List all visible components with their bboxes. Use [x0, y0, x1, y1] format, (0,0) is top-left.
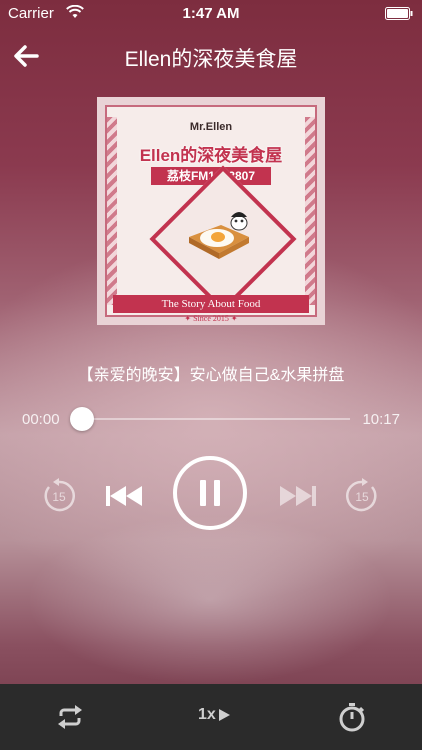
- status-bar: Carrier 1:47 AM: [0, 0, 422, 28]
- next-icon[interactable]: [276, 482, 318, 510]
- play-icon: [218, 709, 230, 721]
- battery-icon: [385, 7, 413, 20]
- repeat-icon[interactable]: [55, 704, 85, 730]
- forward-seconds: 15: [355, 490, 369, 504]
- cover-brand: Mr.Ellen: [189, 121, 233, 133]
- previous-icon[interactable]: [104, 482, 146, 510]
- speed-label: 1x: [198, 706, 216, 723]
- cover-since: ✦ Since 2015 ✦: [184, 314, 238, 323]
- track-title: 【亲爱的晚安】安心做自己&水果拼盘: [77, 367, 345, 384]
- rewind-15-button[interactable]: 15: [40, 477, 78, 515]
- rewind-15-icon: 15: [44, 478, 75, 512]
- album-cover: Mr.Ellen Ellen的深夜美食屋 荔枝FM1233807 The Sto…: [97, 97, 325, 325]
- nav-bar: Ellen的深夜美食屋: [0, 30, 422, 82]
- cover-frame: Mr.Ellen Ellen的深夜美食屋 荔枝FM1233807 The Sto…: [105, 105, 317, 323]
- bottom-toolbar: 1x: [0, 684, 422, 750]
- progress-track[interactable]: [76, 418, 350, 420]
- forward-15-button[interactable]: 15: [343, 477, 381, 515]
- pause-icon: [173, 456, 247, 530]
- status-time: 1:47 AM: [182, 5, 240, 22]
- forward-15-icon: 15: [346, 478, 377, 512]
- page-title: Ellen的深夜美食屋: [124, 48, 298, 71]
- toast-egg-icon: [189, 212, 249, 259]
- cover-ribbon: The Story About Food: [113, 295, 309, 313]
- playback-speed-button[interactable]: 1x: [198, 706, 231, 728]
- total-time: 10:17: [362, 411, 400, 428]
- rewind-seconds: 15: [52, 490, 66, 504]
- progress-thumb[interactable]: [70, 407, 94, 431]
- timer-icon[interactable]: [338, 702, 366, 732]
- pause-button[interactable]: [172, 455, 248, 531]
- cover-title: Ellen的深夜美食屋: [139, 146, 283, 165]
- current-time: 00:00: [22, 411, 60, 428]
